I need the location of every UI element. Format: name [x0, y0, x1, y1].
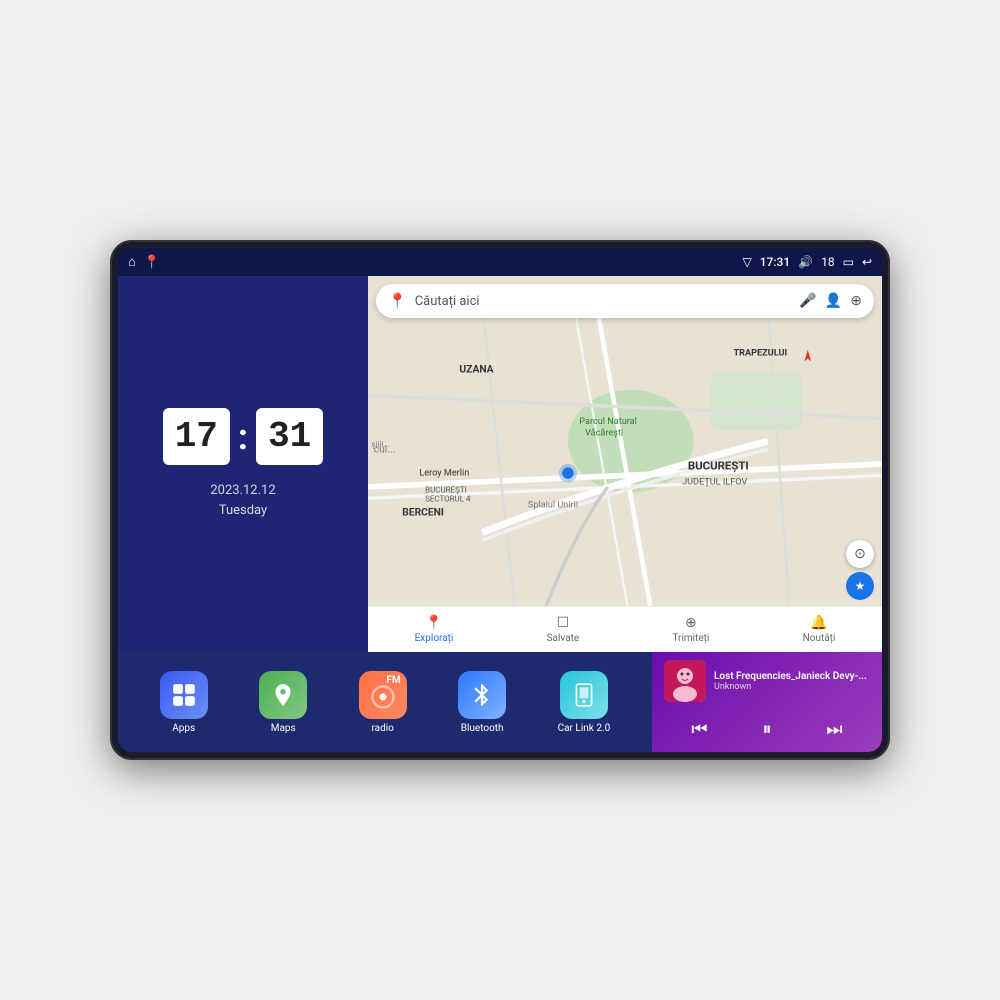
clock-colon: : [238, 416, 248, 458]
maps-icon-image [259, 671, 307, 719]
app-icon-apps[interactable]: Apps [160, 671, 208, 734]
apps-icon-image [160, 671, 208, 719]
svg-text:BUCUREȘTI: BUCUREȘTI [425, 486, 467, 495]
bluetooth-icon-image [458, 671, 506, 719]
saved-icon: ☐ [557, 615, 570, 631]
maps-label: Maps [271, 723, 296, 734]
svg-text:Parcul Natural: Parcul Natural [579, 417, 637, 427]
layers-icon[interactable]: ⊕ [850, 293, 862, 309]
news-icon: 🔔 [810, 615, 827, 631]
svg-text:cul...: cul... [374, 443, 396, 456]
battery-icon: ▭ [843, 255, 854, 269]
send-label: Trimiteți [672, 633, 709, 644]
signal-icon: ▽ [742, 255, 751, 269]
media-artist: Unknown [714, 682, 870, 692]
svg-text:TRAPEZULUI: TRAPEZULUI [734, 348, 788, 358]
clock-date-value: 2023.12.12 [210, 481, 275, 501]
media-play-pause-button[interactable]: ⏸ [762, 719, 771, 740]
svg-text:JUDEȚUL ILFOV: JUDEȚUL ILFOV [682, 478, 747, 488]
svg-text:BERCENI: BERCENI [402, 505, 444, 518]
clock-date: 2023.12.12 Tuesday [210, 481, 275, 520]
svg-text:SECTORUL 4: SECTORUL 4 [425, 495, 471, 504]
map-panel[interactable]: BUCUREȘTI JUDEȚUL ILFOV TRAPEZULUI BERCE… [368, 276, 882, 652]
bluetooth-label: Bluetooth [461, 723, 504, 734]
map-nav-news[interactable]: 🔔 Noutăți [803, 615, 836, 644]
svg-text:BUCUREȘTI: BUCUREȘTI [688, 459, 749, 473]
media-controls: ⏮ ⏸ ⏭ [664, 715, 870, 744]
clock-hours: 17 [163, 408, 230, 465]
clock-day: Tuesday [210, 501, 275, 521]
account-icon[interactable]: 👤 [825, 293, 842, 309]
send-icon: ⊕ [685, 615, 697, 631]
media-title: Lost Frequencies_Janieck Devy-... [714, 671, 870, 682]
clock-minutes: 31 [256, 408, 323, 465]
app-icon-maps[interactable]: Maps [259, 671, 307, 734]
app-icon-radio[interactable]: FM radio [359, 671, 407, 734]
maps-status-icon[interactable]: 📍 [144, 255, 160, 270]
media-next-button[interactable]: ⏭ [826, 719, 842, 740]
carlink-label: Car Link 2.0 [558, 723, 611, 734]
volume-level: 18 [821, 255, 835, 269]
clock-panel: 17 : 31 2023.12.12 Tuesday [118, 276, 368, 652]
svg-text:UZANA: UZANA [459, 363, 493, 376]
home-icon[interactable]: ⌂ [128, 254, 136, 270]
radio-label: radio [371, 723, 393, 734]
device-frame: ⌂ 📍 ▽ 17:31 🔊 18 ▭ ↩ 17 : [110, 240, 890, 760]
apps-label: Apps [172, 723, 195, 734]
status-bar: ⌂ 📍 ▽ 17:31 🔊 18 ▭ ↩ [118, 248, 882, 276]
map-svg: BUCUREȘTI JUDEȚUL ILFOV TRAPEZULUI BERCE… [368, 276, 882, 652]
main-content: 17 : 31 2023.12.12 Tuesday [118, 276, 882, 752]
location-icon: ⊙ [854, 546, 866, 562]
map-nav-explore[interactable]: 📍 Explorați [415, 615, 454, 644]
svg-text:Văcărești: Văcărești [585, 428, 623, 438]
status-right-info: ▽ 17:31 🔊 18 ▭ ↩ [742, 255, 872, 269]
maps-logo-icon: 📍 [388, 292, 407, 310]
device-screen: ⌂ 📍 ▽ 17:31 🔊 18 ▭ ↩ 17 : [118, 248, 882, 752]
top-section: 17 : 31 2023.12.12 Tuesday [118, 276, 882, 652]
status-left-icons: ⌂ 📍 [128, 254, 160, 270]
media-top: Lost Frequencies_Janieck Devy-... Unknow… [664, 660, 870, 702]
explore-icon: 📍 [425, 615, 442, 631]
map-search-actions: 🎤 👤 ⊕ [799, 293, 862, 309]
map-search-bar[interactable]: 📍 Căutați aici 🎤 👤 ⊕ [376, 284, 874, 318]
saved-label: Salvate [547, 633, 580, 644]
next-icon: ⏭ [826, 719, 842, 740]
map-compass-button[interactable]: ★ [846, 572, 874, 600]
media-album-art [664, 660, 706, 702]
svg-text:Splaiul Unirii: Splaiul Unirii [528, 500, 578, 510]
radio-icon-image: FM [359, 671, 407, 719]
mic-icon[interactable]: 🎤 [799, 293, 816, 309]
map-bottom-nav: 📍 Explorați ☐ Salvate ⊕ Trimiteți 🔔 [368, 606, 882, 652]
prev-icon: ⏮ [691, 719, 707, 740]
media-prev-button[interactable]: ⏮ [691, 719, 707, 740]
clock-display: 17 : 31 [163, 408, 324, 465]
map-nav-saved[interactable]: ☐ Salvate [547, 615, 580, 644]
carlink-icon-image [560, 671, 608, 719]
apps-panel: Apps Maps FM [118, 652, 652, 752]
status-time: 17:31 [760, 255, 790, 269]
back-icon[interactable]: ↩ [862, 255, 872, 269]
media-panel: Lost Frequencies_Janieck Devy-... Unknow… [652, 652, 882, 752]
play-pause-icon: ⏸ [762, 719, 771, 740]
svg-text:Leroy Merlin: Leroy Merlin [419, 468, 469, 478]
explore-label: Explorați [415, 633, 454, 644]
news-label: Noutăți [803, 633, 836, 644]
map-background: BUCUREȘTI JUDEȚUL ILFOV TRAPEZULUI BERCE… [368, 276, 882, 652]
map-search-placeholder[interactable]: Căutați aici [415, 294, 792, 309]
app-icon-bluetooth[interactable]: Bluetooth [458, 671, 506, 734]
volume-icon: 🔊 [798, 255, 813, 269]
map-location-button[interactable]: ⊙ [846, 540, 874, 568]
app-icon-carlink[interactable]: Car Link 2.0 [558, 671, 611, 734]
map-nav-send[interactable]: ⊕ Trimiteți [672, 615, 709, 644]
media-info: Lost Frequencies_Janieck Devy-... Unknow… [714, 671, 870, 692]
bottom-section: Apps Maps FM [118, 652, 882, 752]
compass-icon: ★ [855, 579, 866, 593]
